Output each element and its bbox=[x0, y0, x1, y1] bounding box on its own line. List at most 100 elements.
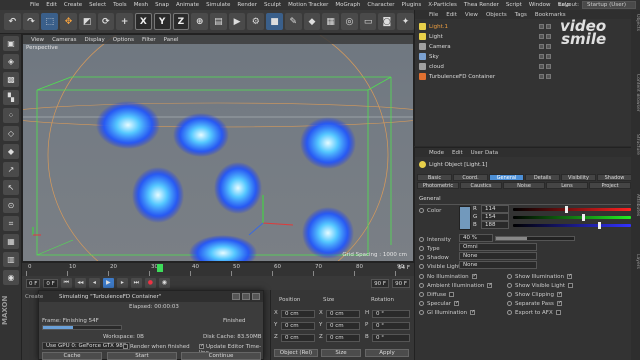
tab-noise[interactable]: Noise bbox=[503, 182, 545, 189]
option-checkbox[interactable] bbox=[470, 310, 476, 315]
option-export-to-afx[interactable]: Export to AFX bbox=[507, 308, 563, 317]
right-tab-content-browser[interactable]: Content Browser bbox=[631, 74, 640, 112]
maximize-icon[interactable] bbox=[242, 293, 250, 300]
menu-edit[interactable]: Edit bbox=[46, 2, 57, 8]
recent-tools-icon[interactable]: + bbox=[116, 13, 134, 30]
am-menu-mode[interactable]: Mode bbox=[429, 150, 444, 156]
timeline-ruler[interactable]: 0 10 20 30 40 50 60 70 80 90 54 F bbox=[22, 262, 414, 276]
update-editor-checkbox[interactable] bbox=[199, 344, 204, 349]
size-field[interactable]: 0 cm bbox=[326, 310, 360, 318]
anim-dot[interactable] bbox=[419, 292, 424, 297]
menu-snap[interactable]: Snap bbox=[155, 2, 169, 8]
object-row[interactable]: TurbulenceFD Container bbox=[419, 72, 537, 81]
layout-dropdown[interactable]: Startup (User) bbox=[582, 1, 636, 9]
size-mode-dropdown[interactable]: Size bbox=[321, 349, 361, 357]
visibility-dot-icon[interactable] bbox=[539, 54, 544, 59]
render-settings-icon[interactable]: ⚙ bbox=[247, 13, 265, 30]
render-view-icon[interactable]: ▤ bbox=[210, 13, 227, 30]
visibility-dot-icon[interactable] bbox=[546, 64, 551, 69]
create-tab[interactable]: Create bbox=[25, 294, 43, 300]
x-axis-lock-button[interactable]: X bbox=[135, 13, 152, 30]
am-menu-edit[interactable]: Edit bbox=[452, 150, 463, 156]
render-picture-viewer-icon[interactable]: ▶ bbox=[228, 13, 246, 30]
viewport-menu-cameras[interactable]: Cameras bbox=[52, 37, 76, 43]
object-row[interactable]: Light.1 bbox=[419, 22, 537, 31]
visible-light-dropdown[interactable]: None bbox=[459, 261, 537, 269]
right-tab-structure[interactable]: Structure bbox=[631, 134, 640, 155]
menu-x-particles[interactable]: X-Particles bbox=[428, 2, 457, 8]
tab-coord[interactable]: Coord. bbox=[453, 174, 488, 181]
undo-icon[interactable]: ↶ bbox=[4, 13, 21, 30]
camera-icon[interactable]: ◙ bbox=[378, 13, 396, 30]
object-visibility-toggles[interactable] bbox=[539, 24, 551, 29]
anim-dot[interactable] bbox=[507, 274, 512, 279]
gpu-selector[interactable]: Use GPU 0: GeForce GTX 980 bbox=[42, 342, 131, 350]
z-axis-lock-button[interactable]: Z bbox=[172, 13, 190, 30]
shadow-anim-dot[interactable] bbox=[419, 255, 424, 260]
close-icon[interactable] bbox=[252, 293, 260, 300]
scale-icon[interactable]: ◩ bbox=[78, 13, 96, 30]
menu-window[interactable]: Window bbox=[529, 2, 551, 8]
coordinate-system-icon[interactable]: ⊕ bbox=[191, 13, 208, 30]
anim-dot[interactable] bbox=[419, 283, 424, 288]
visibility-dot-icon[interactable] bbox=[539, 64, 544, 69]
points-mode-icon[interactable]: ⁘ bbox=[3, 108, 19, 123]
tab-basic[interactable]: Basic bbox=[417, 174, 452, 181]
continue-button[interactable]: Continue bbox=[181, 352, 261, 360]
menu-thea-render[interactable]: Thea Render bbox=[464, 2, 499, 8]
viewport-menu-filter[interactable]: Filter bbox=[142, 37, 156, 43]
record-icon[interactable]: ● bbox=[144, 278, 156, 288]
visibility-dot-icon[interactable] bbox=[539, 44, 544, 49]
option-checkbox[interactable] bbox=[471, 274, 477, 279]
prev-key-icon[interactable]: ◂◂ bbox=[74, 278, 86, 288]
g-slider[interactable] bbox=[513, 214, 631, 221]
visibility-dot-icon[interactable] bbox=[546, 74, 551, 79]
workplane-icon[interactable]: ▚ bbox=[3, 90, 19, 105]
menu-simulate[interactable]: Simulate bbox=[206, 2, 230, 8]
option-checkbox[interactable] bbox=[449, 292, 455, 297]
anim-dot[interactable] bbox=[507, 292, 512, 297]
anim-dot[interactable] bbox=[507, 310, 512, 315]
menu-select[interactable]: Select bbox=[89, 2, 106, 8]
om-menu-tags[interactable]: Tags bbox=[515, 12, 527, 18]
option-checkbox[interactable] bbox=[556, 301, 562, 306]
option-diffuse[interactable]: Diffuse bbox=[419, 290, 456, 299]
color-anim-dot[interactable] bbox=[419, 208, 424, 213]
menu-file[interactable]: File bbox=[30, 2, 39, 8]
layout-selector[interactable]: Layout: Startup (User) bbox=[558, 1, 636, 9]
object-row[interactable]: cloud bbox=[419, 62, 537, 71]
object-visibility-toggles[interactable] bbox=[539, 54, 551, 59]
object-visibility-toggles[interactable] bbox=[539, 34, 551, 39]
b-value-field[interactable]: 188 bbox=[481, 221, 509, 229]
max-frame-field[interactable]: 90 F bbox=[371, 278, 390, 288]
array-icon[interactable]: ▦ bbox=[322, 13, 340, 30]
am-menu-user-data[interactable]: User Data bbox=[471, 150, 498, 156]
cache-dropdown[interactable]: Cache bbox=[42, 352, 102, 360]
menu-plugins[interactable]: Plugins bbox=[402, 2, 422, 8]
visibility-dot-icon[interactable] bbox=[539, 24, 544, 29]
right-tab-objects[interactable]: Objects bbox=[631, 14, 640, 31]
go-to-end-icon[interactable]: ⏭ bbox=[130, 278, 142, 288]
apply-button[interactable]: Apply bbox=[365, 349, 409, 357]
anim-dot[interactable] bbox=[419, 310, 424, 315]
intensity-anim-dot[interactable] bbox=[419, 237, 424, 242]
tab-caustics[interactable]: Caustics bbox=[460, 182, 502, 189]
rotate-icon[interactable]: ⟳ bbox=[97, 13, 115, 30]
visibility-dot-icon[interactable] bbox=[546, 24, 551, 29]
gpu-dropdown[interactable]: Use GPU 0: GeForce GTX 980 bbox=[42, 342, 131, 350]
min-frame-field[interactable]: 0 F bbox=[43, 278, 58, 288]
subdivision-icon[interactable]: ◆ bbox=[303, 13, 321, 30]
option-checkbox[interactable] bbox=[568, 283, 574, 288]
tab-lens[interactable]: Lens bbox=[546, 182, 588, 189]
size-field[interactable]: 0 cm bbox=[326, 322, 360, 330]
pos-field[interactable]: 0 cm bbox=[281, 322, 315, 330]
tab-visibility[interactable]: Visibility bbox=[561, 174, 596, 181]
object-row[interactable]: Camera bbox=[419, 42, 537, 51]
object-row[interactable]: Light bbox=[419, 32, 537, 41]
menu-motion-tracker[interactable]: Motion Tracker bbox=[288, 2, 328, 8]
coordinate-mode-dropdown[interactable]: Object (Rel) bbox=[274, 349, 318, 357]
anim-dot[interactable] bbox=[419, 274, 424, 279]
menu-tools[interactable]: Tools bbox=[113, 2, 127, 8]
menu-mesh[interactable]: Mesh bbox=[134, 2, 148, 8]
tab-photometric[interactable]: Photometric bbox=[417, 182, 459, 189]
